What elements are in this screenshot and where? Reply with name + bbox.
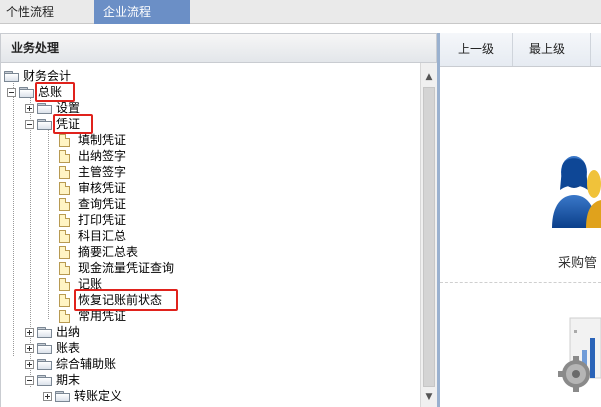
folder-open-icon [4, 70, 20, 82]
folder-open-icon [37, 374, 53, 386]
scroll-thumb[interactable] [423, 87, 435, 387]
expand-icon[interactable] [25, 327, 34, 337]
document-icon [59, 245, 70, 259]
tab-bar: 个性流程 企业流程 [0, 0, 601, 24]
tab-personal-flow[interactable]: 个性流程 [0, 0, 88, 24]
document-icon [59, 229, 70, 243]
document-icon [59, 149, 70, 163]
document-icon [59, 213, 70, 227]
document-icon [59, 261, 70, 275]
tab-enterprise-flow[interactable]: 企业流程 [94, 0, 190, 24]
tree-node-label: 转账定义 [74, 389, 123, 403]
collapse-icon[interactable] [7, 87, 16, 97]
collapse-icon[interactable] [25, 375, 34, 385]
tree-leaf-dayin[interactable]: 打印凭证 [57, 212, 126, 228]
document-icon [59, 293, 70, 307]
folder-icon [55, 390, 71, 402]
tree-leaf-tianzhi[interactable]: 填制凭证 [57, 132, 126, 148]
tree-node-label: 账表 [56, 341, 81, 355]
tree-node-zhuanzhang[interactable]: 转账定义 [43, 388, 122, 404]
tree-leaf-zhuguan-qianzi[interactable]: 主管签字 [57, 164, 126, 180]
document-icon [59, 181, 70, 195]
highlight-zongzhang [35, 82, 75, 102]
tree-leaf-chaxun[interactable]: 查询凭证 [57, 196, 126, 212]
purchase-management-label: 采购管 [558, 256, 598, 271]
right-toolbar: 上一级 最上级 [440, 33, 601, 67]
user-silhouette-icon [552, 156, 601, 228]
panel-title: 业务处理 [0, 33, 437, 63]
folder-icon [37, 358, 53, 370]
up-level-button[interactable]: 上一级 [444, 33, 508, 66]
scroll-down-icon[interactable]: ▼ [421, 389, 437, 405]
highlight-pingzheng [53, 114, 93, 134]
folder-icon [37, 326, 53, 338]
document-icon [59, 197, 70, 211]
gear-chart-icon [558, 317, 601, 392]
tree-leaf-kemu-huizong[interactable]: 科目汇总 [57, 228, 126, 244]
highlight-huifu [74, 289, 178, 311]
expand-icon[interactable] [25, 103, 34, 113]
collapse-icon[interactable] [25, 119, 34, 129]
separator-line [440, 282, 601, 283]
tree-node-qimo[interactable]: 期末 [25, 372, 80, 388]
tree-node-label: 出纳 [56, 325, 81, 339]
folder-open-icon [19, 86, 35, 98]
scroll-up-icon[interactable]: ▲ [421, 69, 437, 85]
document-icon [59, 133, 70, 147]
tree-scrollbar[interactable]: ▲ ▼ [420, 63, 437, 407]
document-icon [59, 309, 70, 323]
tree-leaf-xianjin[interactable]: 现金流量凭证查询 [57, 260, 174, 276]
tree-leaf-zhaiyao[interactable]: 摘要汇总表 [57, 244, 138, 260]
toolbar-separator [590, 33, 601, 66]
tree-node-label: 综合辅助账 [56, 357, 117, 371]
folder-open-icon [37, 118, 53, 130]
folder-icon [37, 342, 53, 354]
expand-icon[interactable] [43, 391, 52, 401]
tree-leaf-shenhe[interactable]: 审核凭证 [57, 180, 126, 196]
expand-icon[interactable] [25, 343, 34, 353]
folder-icon [37, 102, 53, 114]
tree-connector [13, 81, 14, 356]
tree-connector [48, 129, 49, 319]
tree-node-chuna[interactable]: 出纳 [25, 324, 80, 340]
tree-leaf-chuna-qianzi[interactable]: 出纳签字 [57, 148, 126, 164]
document-icon [59, 277, 70, 291]
document-icon [59, 165, 70, 179]
tree-node-zonghe[interactable]: 综合辅助账 [25, 356, 116, 372]
tree-node-label: 期末 [56, 373, 81, 387]
tree-node-zhangbiao[interactable]: 账表 [25, 340, 80, 356]
business-tree: 财务会计 总账 设置 凭证 填制凭证 出纳签字 主管签字 审核凭证 查询凭证 打… [0, 63, 420, 407]
top-level-button[interactable]: 最上级 [512, 33, 581, 66]
expand-icon[interactable] [25, 359, 34, 369]
